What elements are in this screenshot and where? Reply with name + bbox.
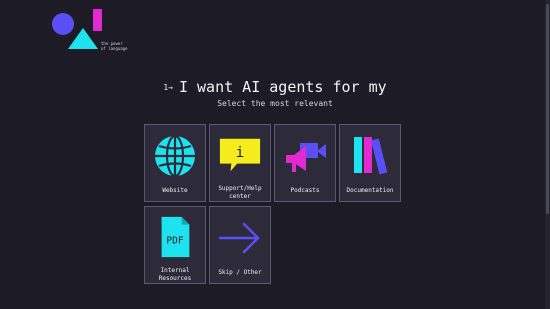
page-subtitle: Select the most relevant [217,99,333,108]
video-camera-megaphone-icon [286,143,326,172]
pdf-file-icon: PDF [161,216,190,258]
page-title: 1→ I want AI agents for my [0,78,550,96]
option-documentation[interactable]: Documentation [339,124,401,202]
option-label: Website [162,187,188,194]
svg-text:PDF: PDF [166,236,183,247]
option-label: Skip / Other [218,269,262,276]
option-internal-resources[interactable]: PDF Internal Resources [144,206,206,284]
option-label: Podcasts [290,187,320,194]
option-podcasts[interactable]: Podcasts [274,124,336,202]
brand-tagline: the power of language [101,41,128,51]
step-indicator: 1→ [163,83,173,92]
tagline-line-2: of language [101,46,128,51]
option-skip-other[interactable]: Skip / Other [209,206,271,284]
scrollbar-thumb[interactable] [546,4,549,214]
option-label: Internal Resources [158,267,192,282]
svg-text:i: i [236,145,245,161]
page-scrollbar[interactable] [545,0,550,309]
books-icon [354,137,388,175]
info-speech-bubble-icon: i [219,138,261,172]
option-support-help-center[interactable]: i Support/Help center [209,124,271,202]
globe-icon [155,134,195,178]
arrow-right-icon [218,222,260,254]
option-label: Support/Help center [218,185,262,200]
page-title-text: I want AI agents for my [178,78,387,96]
option-website[interactable]: Website [144,124,206,202]
option-label: Documentation [346,187,394,194]
